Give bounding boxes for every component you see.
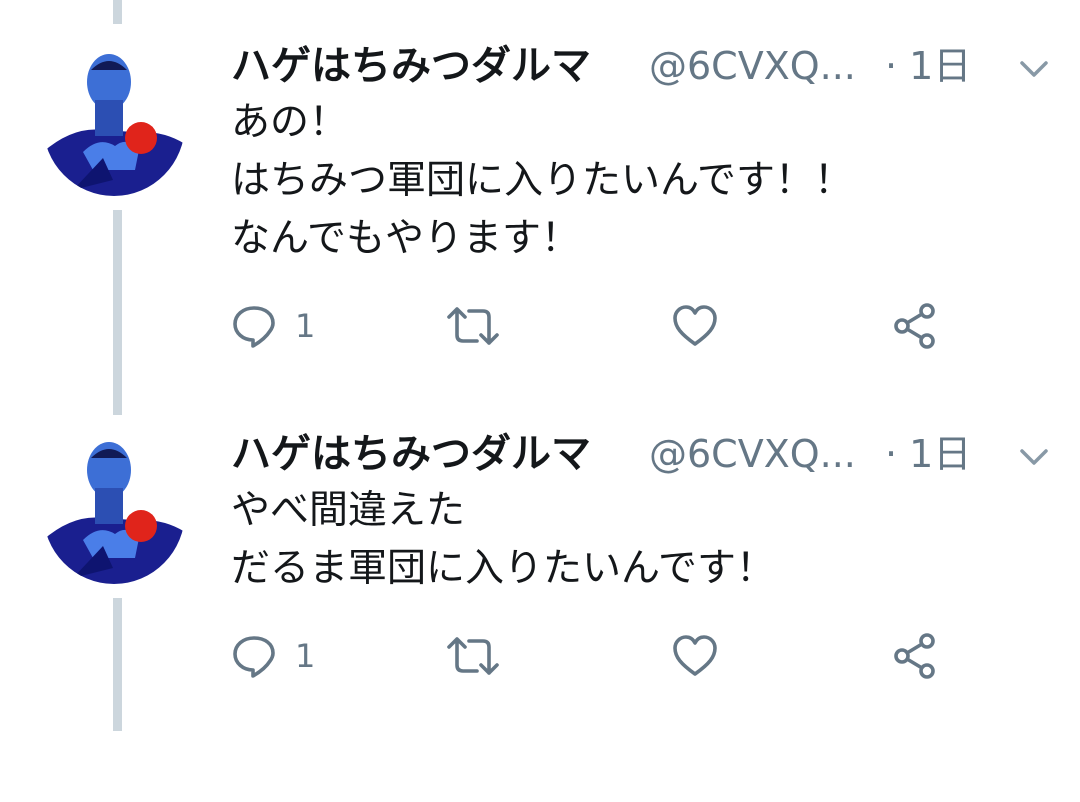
tweet-header: ハゲはちみつダルマ @6CVXQ... · 1日 bbox=[231, 426, 1051, 482]
avatar[interactable] bbox=[43, 40, 185, 196]
tweet-text-line: やべ間違えた bbox=[231, 488, 466, 533]
tweet-header: ハゲはちみつダルマ @6CVXQ... · 1日 bbox=[231, 38, 1051, 94]
retweet-button[interactable] bbox=[445, 628, 501, 684]
tweet-text-line: はちみつ軍団に入りたいんです！！ bbox=[231, 158, 854, 203]
tweet-text-line: なんでもやります！ bbox=[231, 216, 581, 261]
retweet-button[interactable] bbox=[445, 298, 501, 354]
chevron-down-icon[interactable] bbox=[1017, 440, 1051, 474]
retweet-icon bbox=[445, 633, 501, 679]
chevron-down-icon[interactable] bbox=[1017, 52, 1051, 86]
display-name[interactable]: ハゲはちみつダルマ bbox=[231, 38, 591, 94]
timestamp[interactable]: · 1日 bbox=[885, 426, 971, 482]
share-icon bbox=[891, 302, 939, 350]
tweet-actions: 1 bbox=[231, 298, 971, 358]
like-button[interactable] bbox=[671, 298, 719, 354]
user-handle[interactable]: @6CVXQ... bbox=[649, 426, 856, 482]
reply-button[interactable]: 1 bbox=[231, 628, 315, 684]
tweet-text-line: だるま軍団に入りたいんです！ bbox=[231, 546, 776, 591]
user-handle[interactable]: @6CVXQ... bbox=[649, 38, 856, 94]
reply-icon bbox=[231, 303, 277, 349]
display-name[interactable]: ハゲはちみつダルマ bbox=[231, 426, 591, 482]
tweet-text: あの！ はちみつ軍団に入りたいんです！！ なんでもやります！ bbox=[231, 94, 853, 268]
tweet[interactable]: ハゲはちみつダルマ @6CVXQ... · 1日 やべ間違えた だるま軍団に入り… bbox=[0, 422, 1080, 802]
timestamp[interactable]: · 1日 bbox=[885, 38, 971, 94]
avatar[interactable] bbox=[43, 428, 185, 584]
share-icon bbox=[891, 632, 939, 680]
heart-icon bbox=[671, 303, 719, 349]
tweet-text: やべ間違えた だるま軍団に入りたいんです！ bbox=[231, 482, 775, 598]
reply-icon bbox=[231, 633, 277, 679]
share-button[interactable] bbox=[891, 298, 939, 354]
reply-count: 1 bbox=[295, 637, 316, 675]
thread-line-top bbox=[113, 0, 122, 24]
heart-icon bbox=[671, 633, 719, 679]
tweet[interactable]: ハゲはちみつダルマ @6CVXQ... · 1日 あの！ はちみつ軍団に入りたい… bbox=[0, 34, 1080, 414]
reply-count: 1 bbox=[295, 307, 316, 345]
tweet-actions: 1 bbox=[231, 628, 971, 688]
retweet-icon bbox=[445, 303, 501, 349]
tweet-text-line: あの！ bbox=[231, 100, 349, 145]
share-button[interactable] bbox=[891, 628, 939, 684]
like-button[interactable] bbox=[671, 628, 719, 684]
reply-button[interactable]: 1 bbox=[231, 298, 315, 354]
